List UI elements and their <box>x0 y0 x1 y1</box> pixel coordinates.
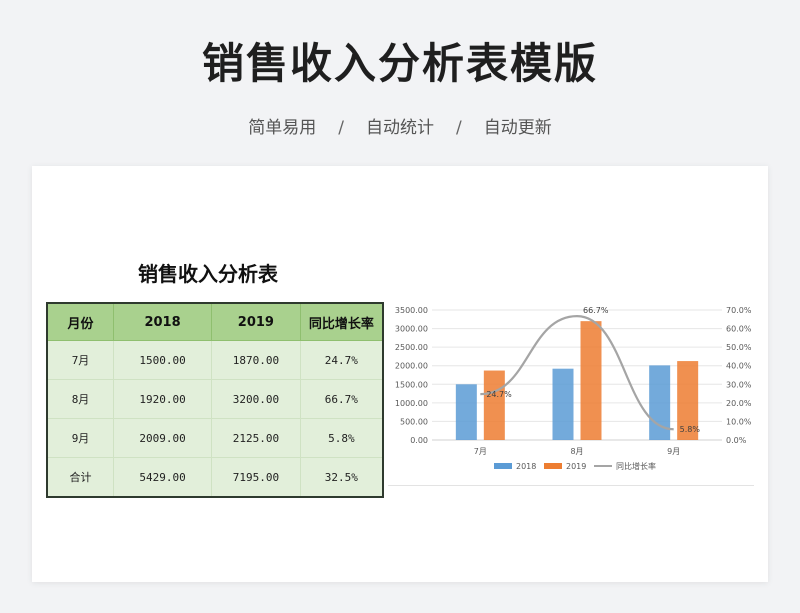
separator: / <box>338 118 344 138</box>
y-right-tick-label: 10.0% <box>726 417 752 426</box>
y-left-tick-label: 1500.00 <box>395 380 428 389</box>
legend-label: 同比增长率 <box>616 461 656 471</box>
table-row: 9月 2009.00 2125.00 5.8% <box>46 418 384 458</box>
x-tick-label: 7月 <box>474 447 487 456</box>
sales-table: 月份 2018 2019 同比增长率 7月 1500.00 1870.00 24… <box>46 302 384 498</box>
table-cell[interactable]: 32.5% <box>299 457 384 498</box>
y-left-tick-label: 3500.00 <box>395 306 428 315</box>
table-total-row: 合计 5429.00 7195.00 32.5% <box>46 457 384 498</box>
table-cell[interactable]: 3200.00 <box>211 379 301 419</box>
chart-divider <box>388 485 754 486</box>
table-header-row: 月份 2018 2019 同比增长率 <box>46 302 384 341</box>
y-left-tick-label: 3000.00 <box>395 325 428 334</box>
sales-chart: 0.00 500.00 1000.00 1500.00 2000.00 2500.00 30… <box>395 306 752 471</box>
data-label: 66.7% <box>583 306 609 315</box>
y-left-tick-label: 500.00 <box>400 417 428 426</box>
column-header: 2019 <box>211 302 301 341</box>
feature-list: 简单易用 / 自动统计 / 自动更新 <box>0 113 800 138</box>
bar-2018 <box>552 368 574 440</box>
legend-label: 2018 <box>516 462 536 471</box>
table-cell[interactable]: 合计 <box>46 457 114 498</box>
table-row: 7月 1500.00 1870.00 24.7% <box>46 340 384 380</box>
bar-2019 <box>580 321 602 440</box>
feature-item: 自动更新 <box>483 118 552 138</box>
column-header: 月份 <box>46 302 114 341</box>
spreadsheet-preview: 销售收入分析表 月份 2018 2019 同比增长率 7月 1500.00 18… <box>32 166 768 582</box>
table-cell[interactable]: 66.7% <box>299 379 384 419</box>
y-right-tick-label: 0.0% <box>726 436 747 445</box>
bar-2018 <box>455 384 477 440</box>
table-cell[interactable]: 1500.00 <box>112 340 213 380</box>
y-left-tick-label: 0.00 <box>410 436 428 445</box>
table-row: 8月 1920.00 3200.00 66.7% <box>46 379 384 419</box>
data-label: 5.8% <box>680 425 701 434</box>
table-cell[interactable]: 1870.00 <box>211 340 301 380</box>
legend-swatch <box>494 463 512 469</box>
y-right-tick-label: 70.0% <box>726 306 752 315</box>
y-left-tick-label: 2000.00 <box>395 362 428 371</box>
legend-swatch <box>544 463 562 469</box>
column-header: 同比增长率 <box>299 302 384 341</box>
page-title: 销售收入分析表模版 <box>201 39 598 88</box>
x-tick-label: 9月 <box>667 447 680 456</box>
feature-item: 自动统计 <box>366 118 434 138</box>
table-cell[interactable]: 1920.00 <box>112 379 213 419</box>
line-同比增长率 <box>480 315 674 431</box>
separator: / <box>456 118 462 138</box>
column-header: 2018 <box>112 302 213 341</box>
table-cell[interactable]: 5.8% <box>299 418 384 458</box>
y-right-tick-label: 50.0% <box>726 343 752 352</box>
table-cell[interactable]: 8月 <box>46 379 114 419</box>
table-cell[interactable]: 7月 <box>46 340 114 380</box>
y-right-tick-label: 60.0% <box>726 325 752 334</box>
table-cell[interactable]: 7195.00 <box>211 457 301 498</box>
feature-item: 简单易用 <box>248 118 317 138</box>
x-tick-label: 8月 <box>570 447 583 456</box>
y-right-tick-label: 20.0% <box>726 399 752 408</box>
y-right-tick-label: 40.0% <box>726 362 752 371</box>
bar-2019 <box>483 370 505 440</box>
table-cell[interactable]: 5429.00 <box>112 457 213 498</box>
table-cell[interactable]: 24.7% <box>299 340 384 380</box>
table-cell[interactable]: 2125.00 <box>211 418 301 458</box>
legend-label: 2019 <box>566 462 586 471</box>
y-left-tick-label: 2500.00 <box>395 343 428 352</box>
y-right-tick-label: 30.0% <box>726 380 752 389</box>
table-cell[interactable]: 9月 <box>46 418 114 458</box>
table-cell[interactable]: 2009.00 <box>112 418 213 458</box>
data-label: 24.7% <box>486 390 512 399</box>
y-left-tick-label: 1000.00 <box>395 399 428 408</box>
sheet-title: 销售收入分析表 <box>138 262 278 286</box>
